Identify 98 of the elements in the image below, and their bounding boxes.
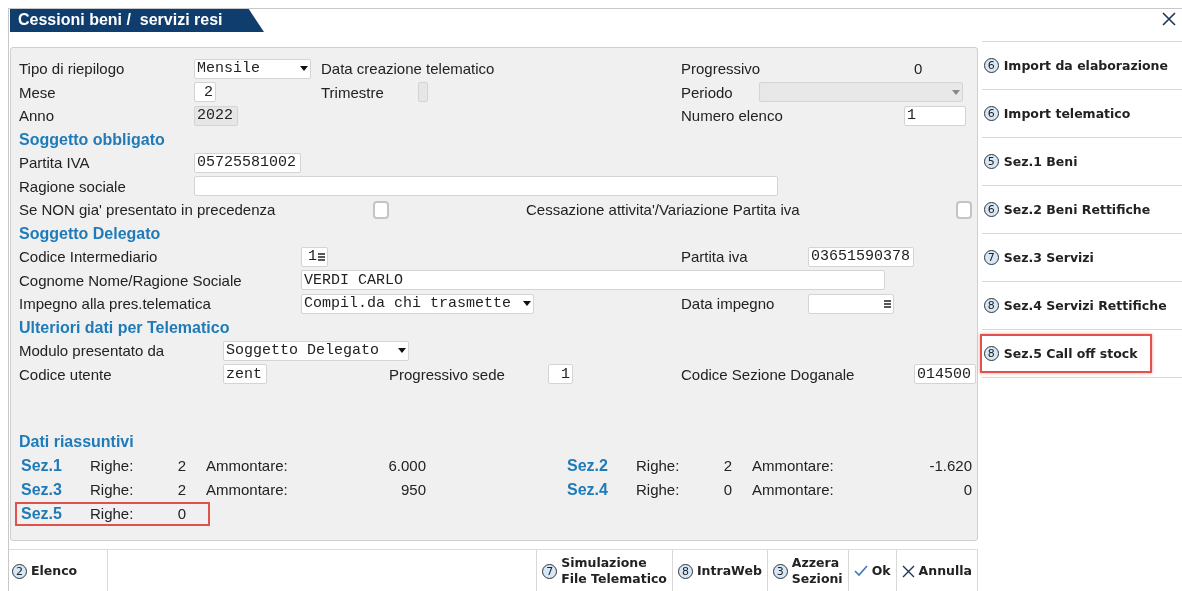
amount-value: 6.000 bbox=[387, 457, 426, 474]
shortcut-key: 5 bbox=[983, 154, 999, 169]
field-value: 0 bbox=[914, 60, 923, 78]
rows-label: Righe: bbox=[90, 457, 135, 474]
field-label: Numero elenco bbox=[681, 107, 783, 125]
input-field[interactable] bbox=[808, 293, 894, 314]
sidebar-button[interactable]: 5 Sez.1 Beni bbox=[979, 142, 1092, 181]
amount-label: Ammontare: bbox=[206, 481, 289, 498]
sidebar-button[interactable]: 7 Sez.3 Servizi bbox=[979, 238, 1108, 277]
shortcut-key: 8 bbox=[983, 298, 999, 313]
field-label: Progressivo sede bbox=[389, 365, 505, 383]
dropdown[interactable]: Soggetto Delegato bbox=[223, 340, 409, 361]
field-label: Trimestre bbox=[321, 83, 384, 101]
sidebar-button[interactable]: 8 Sez.4 Servizi Rettifiche bbox=[979, 286, 1181, 325]
field-label: Progressivo bbox=[681, 60, 761, 78]
cross-icon bbox=[901, 564, 915, 578]
caret-icon bbox=[300, 66, 308, 72]
field-label: Partita IVA bbox=[19, 154, 90, 172]
section-label: Sez.1 bbox=[21, 456, 63, 475]
shortcut-key: 7 bbox=[542, 563, 558, 579]
check-icon bbox=[853, 565, 868, 577]
field-label: Periodo bbox=[681, 83, 733, 101]
field-label: Impegno alla pres.telematica bbox=[19, 295, 211, 313]
amount-label: Ammontare: bbox=[752, 457, 835, 474]
rows-label: Righe: bbox=[90, 505, 135, 522]
section-heading: Dati riassuntivi bbox=[19, 432, 135, 452]
field-label: Mese bbox=[19, 83, 56, 101]
section-label: Sez.5 bbox=[21, 504, 63, 523]
sidebar-button[interactable]: 6 Import telematico bbox=[979, 94, 1145, 133]
input-field[interactable] bbox=[194, 176, 778, 197]
amount-label: Ammontare: bbox=[752, 481, 835, 498]
input-field[interactable]: 2 bbox=[194, 82, 216, 103]
field-label: Cognome Nome/Ragione Sociale bbox=[19, 271, 242, 289]
amount-value: 0 bbox=[962, 481, 972, 498]
input-field[interactable]: 1 bbox=[301, 246, 328, 267]
input-field[interactable]: 1 bbox=[904, 105, 966, 126]
amount-value: -1.620 bbox=[928, 457, 972, 474]
shortcut-key: 6 bbox=[983, 58, 999, 73]
sidebar-button[interactable]: 8 Sez.5 Call off stock bbox=[979, 334, 1152, 373]
field-label: Partita iva bbox=[681, 248, 748, 266]
list-icon bbox=[318, 252, 325, 261]
rows-label: Righe: bbox=[636, 457, 681, 474]
field-label: Se NON gia' presentato in precedenza bbox=[19, 201, 276, 219]
field-label: Tipo di riepilogo bbox=[19, 60, 125, 78]
window-title: Cessioni beni / servizi resi bbox=[10, 9, 264, 32]
amount-value: 950 bbox=[399, 481, 426, 498]
dropdown[interactable]: Mensile bbox=[194, 58, 311, 79]
field-label: Anno bbox=[19, 107, 55, 125]
input-field[interactable]: zent bbox=[223, 364, 267, 385]
checkbox[interactable] bbox=[956, 200, 972, 219]
rows-count: 0 bbox=[722, 481, 732, 498]
field-label: Ragione sociale bbox=[19, 177, 126, 195]
caret-icon bbox=[398, 348, 406, 354]
shortcut-key: 6 bbox=[983, 106, 999, 121]
rows-label: Righe: bbox=[636, 481, 681, 498]
list-icon bbox=[884, 299, 891, 308]
sidebar-button[interactable]: 6 Sez.2 Beni Rettifiche bbox=[979, 190, 1165, 229]
shortcut-key: 7 bbox=[983, 250, 999, 265]
field-label: Data creazione telematico bbox=[321, 60, 495, 78]
footer-button[interactable]: Ok bbox=[847, 550, 896, 591]
shortcut-key: 6 bbox=[983, 202, 999, 217]
shortcut-key: 3 bbox=[772, 563, 788, 579]
caret-icon bbox=[952, 89, 960, 95]
shortcut-key: 8 bbox=[677, 563, 693, 579]
input-field[interactable]: 03651590378 bbox=[808, 246, 914, 267]
footer-button[interactable]: 8 IntraWeb bbox=[671, 550, 767, 591]
shortcut-key: 8 bbox=[983, 346, 999, 361]
rows-count: 0 bbox=[176, 505, 186, 522]
field-label: Codice Intermediario bbox=[19, 248, 158, 266]
rows-count: 2 bbox=[722, 457, 732, 474]
field-label: Modulo presentato da bbox=[19, 342, 165, 360]
footer-button[interactable]: 2 Elenco bbox=[9, 550, 109, 591]
rows-count: 2 bbox=[176, 457, 186, 474]
section-label: Sez.2 bbox=[567, 456, 609, 475]
amount-label: Ammontare: bbox=[206, 457, 289, 474]
input-field[interactable]: 014500 bbox=[914, 364, 976, 385]
footer-button[interactable]: Annulla bbox=[895, 550, 978, 591]
input-field[interactable]: 05725581002 bbox=[194, 152, 301, 173]
shortcut-key: 2 bbox=[12, 563, 27, 579]
rows-label: Righe: bbox=[90, 481, 135, 498]
caret-icon bbox=[523, 301, 531, 307]
input-field[interactable]: VERDI CARLO bbox=[301, 270, 885, 291]
field-label: Cessazione attivita'/Variazione Partita iva bbox=[526, 201, 800, 219]
sidebar-button[interactable]: 6 Import da elaborazione bbox=[979, 46, 1182, 85]
section-heading: Soggetto Delegato bbox=[19, 223, 162, 244]
close-button[interactable] bbox=[1162, 12, 1176, 26]
section-label: Sez.3 bbox=[21, 480, 63, 499]
section-heading: Ulteriori dati per Telematico bbox=[19, 317, 231, 338]
field-label: Codice Sezione Doganale bbox=[681, 365, 855, 383]
rows-count: 2 bbox=[176, 481, 186, 498]
checkbox[interactable] bbox=[373, 200, 389, 219]
close-icon bbox=[1162, 12, 1176, 26]
dropdown[interactable]: Compil.da chi trasmette bbox=[301, 293, 534, 314]
field-label: Data impegno bbox=[681, 295, 775, 313]
section-label: Sez.4 bbox=[567, 480, 609, 499]
input-field[interactable]: 1 bbox=[548, 364, 573, 385]
field-label: Codice utente bbox=[19, 365, 112, 383]
section-heading: Soggetto obbligato bbox=[19, 129, 166, 150]
